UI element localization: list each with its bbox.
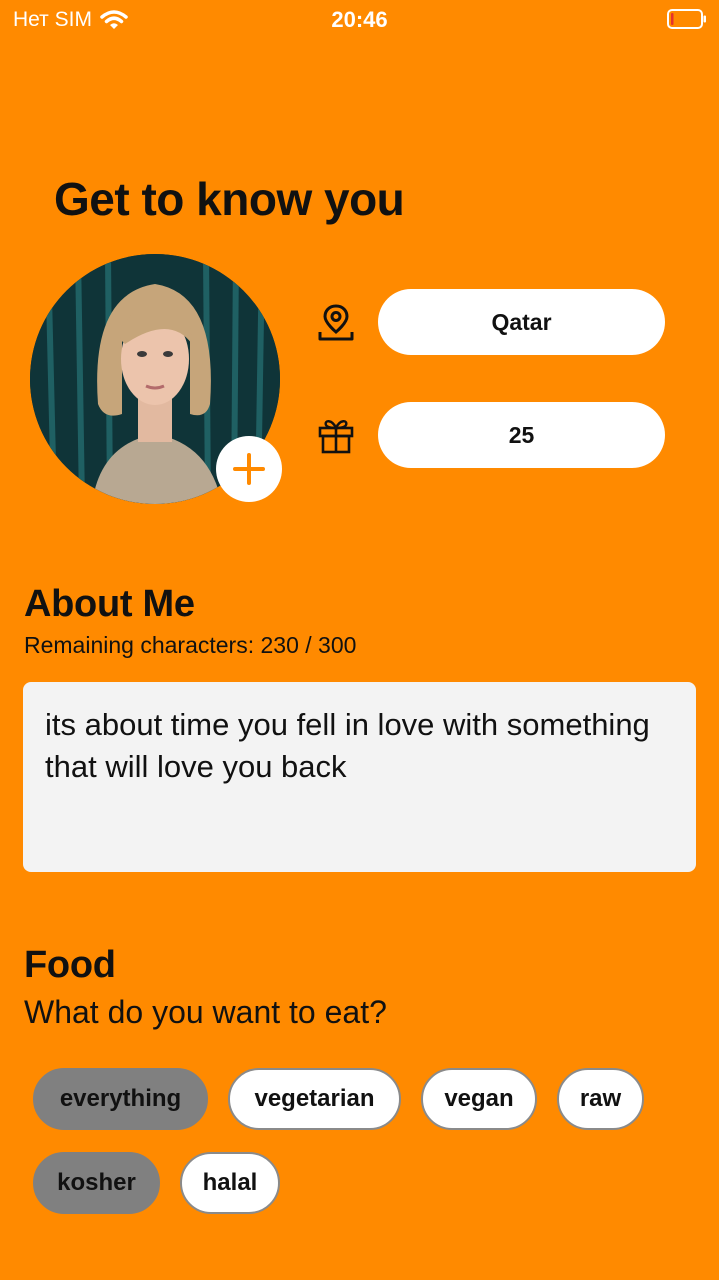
status-time: 20:46 — [331, 7, 388, 32]
about-me-textarea[interactable]: its about time you fell in love with som… — [23, 682, 696, 872]
location-field[interactable]: Qatar — [378, 289, 665, 355]
remaining-characters: Remaining characters: 230 / 300 — [24, 632, 357, 658]
location-pin-icon — [318, 304, 354, 341]
food-chip-halal[interactable]: halal — [180, 1152, 280, 1214]
about-me-title: About Me — [24, 583, 195, 625]
gift-icon — [318, 420, 354, 454]
battery-icon — [667, 9, 706, 29]
page-title: Get to know you — [54, 173, 405, 225]
food-chip-raw[interactable]: raw — [557, 1068, 644, 1130]
add-photo-button[interactable] — [216, 436, 282, 502]
avatar-container — [30, 254, 282, 504]
food-chip-vegetarian[interactable]: vegetarian — [228, 1068, 401, 1130]
plus-icon — [233, 453, 265, 485]
food-subtitle: What do you want to eat? — [24, 994, 387, 1030]
food-title: Food — [24, 944, 116, 986]
status-bar: Нет SIM 20:46 — [0, 0, 719, 40]
food-chip-everything[interactable]: everything — [33, 1068, 208, 1130]
age-field[interactable]: 25 — [378, 402, 665, 468]
food-chip-kosher[interactable]: kosher — [33, 1152, 160, 1214]
food-chip-vegan[interactable]: vegan — [421, 1068, 537, 1130]
